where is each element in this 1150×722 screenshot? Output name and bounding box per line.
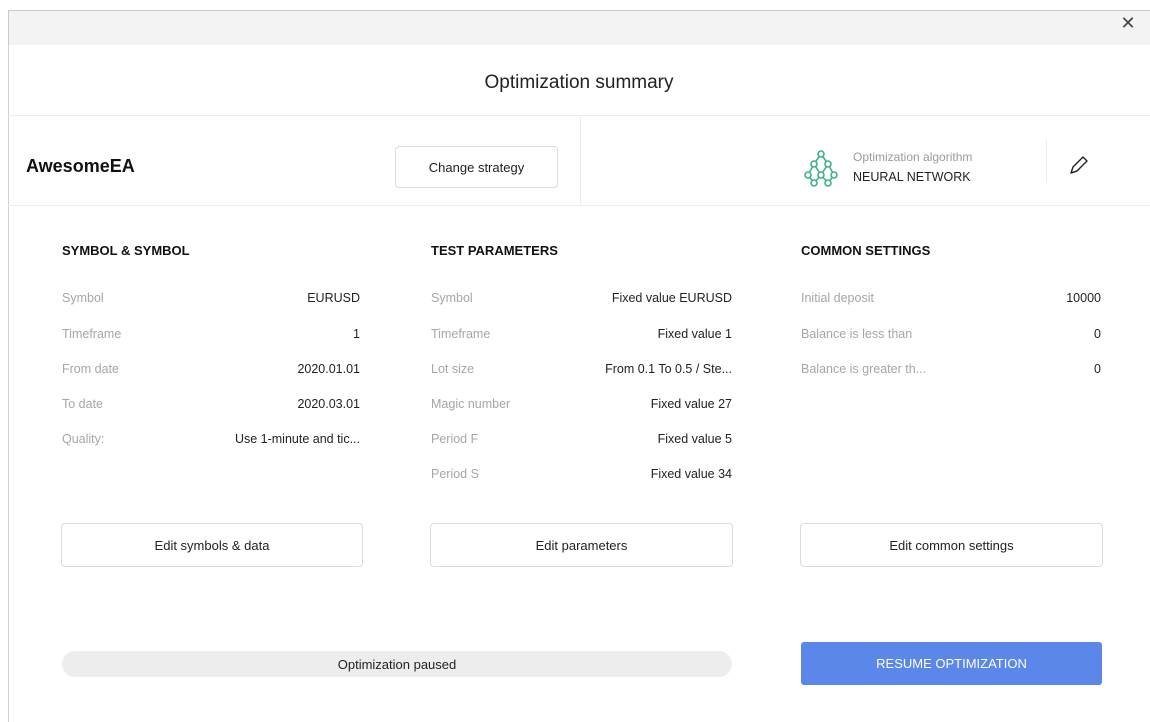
row-value: 0 [1094,327,1101,341]
list-item: Period S Fixed value 34 [431,467,732,487]
dialog-title: Optimization summary [484,72,674,93]
list-item: Initial deposit 10000 [801,291,1101,311]
header-divider [8,205,1150,206]
header-vertical-divider [580,116,581,205]
row-value: 0 [1094,362,1101,376]
list-item: Period F Fixed value 5 [431,432,732,452]
row-label: Symbol [431,291,473,305]
symbol-section-heading: SYMBOL & SYMBOL [62,243,190,258]
list-item: Balance is less than 0 [801,327,1101,347]
pencil-icon[interactable] [1066,154,1090,178]
list-item: Magic number Fixed value 27 [431,397,732,417]
optimization-status-bar: Optimization paused [62,651,732,677]
row-label: Symbol [62,291,104,305]
row-label: To date [62,397,104,411]
edit-symbols-button[interactable]: Edit symbols & data [61,523,363,567]
resume-optimization-button[interactable]: RESUME OPTIMIZATION [801,642,1102,685]
common-settings-heading: COMMON SETTINGS [801,243,931,258]
neural-network-icon [804,150,838,187]
row-label: Balance is less than [801,327,913,341]
row-value: Fixed value EURUSD [611,291,732,305]
list-item: From date 2020.01.01 [62,362,360,382]
row-value: EURUSD [307,291,360,305]
row-value: Fixed value 1 [657,327,732,341]
row-value: 2020.01.01 [297,362,360,376]
list-item: Timeframe 1 [62,327,360,347]
row-label: Balance is greater th... [801,362,927,376]
row-label: Magic number [431,397,511,411]
algorithm-value: NEURAL NETWORK [853,170,971,184]
algo-vertical-divider [1046,140,1047,182]
row-value: From 0.1 To 0.5 / Ste... [605,362,732,376]
row-label: From date [62,362,119,376]
list-item: Timeframe Fixed value 1 [431,327,732,347]
list-item: Lot size From 0.1 To 0.5 / Ste... [431,362,732,382]
test-parameters-heading: TEST PARAMETERS [431,243,558,258]
row-label: Period F [431,432,479,446]
row-label: Initial deposit [801,291,874,305]
window-left-edge [8,44,9,722]
list-item: To date 2020.03.01 [62,397,360,417]
row-value: Fixed value 34 [650,467,732,481]
row-value: Use 1-minute and tic... [234,432,360,446]
strategy-name: AwesomeEA [26,156,135,176]
title-divider [8,115,1150,116]
row-value: Fixed value 27 [650,397,732,411]
row-label: Timeframe [431,327,491,341]
row-value: Fixed value 5 [657,432,732,446]
algorithm-label: Optimization algorithm [853,150,973,164]
row-label: Period S [431,467,479,481]
edit-parameters-button[interactable]: Edit parameters [430,523,733,567]
row-label: Quality: [62,432,105,446]
row-value: 2020.03.01 [297,397,360,411]
close-button[interactable]: ✕ [1114,11,1142,35]
row-value: 1 [353,327,360,341]
list-item: Balance is greater th... 0 [801,362,1101,382]
row-label: Timeframe [62,327,122,341]
edit-common-settings-button[interactable]: Edit common settings [800,523,1103,567]
list-item: Quality: Use 1-minute and tic... [62,432,360,452]
list-item: Symbol EURUSD [62,291,360,311]
row-value: 10000 [1066,291,1101,305]
list-item: Symbol Fixed value EURUSD [431,291,732,311]
change-strategy-button[interactable]: Change strategy [395,146,558,188]
row-label: Lot size [431,362,475,376]
window-title-bar [8,10,1150,45]
